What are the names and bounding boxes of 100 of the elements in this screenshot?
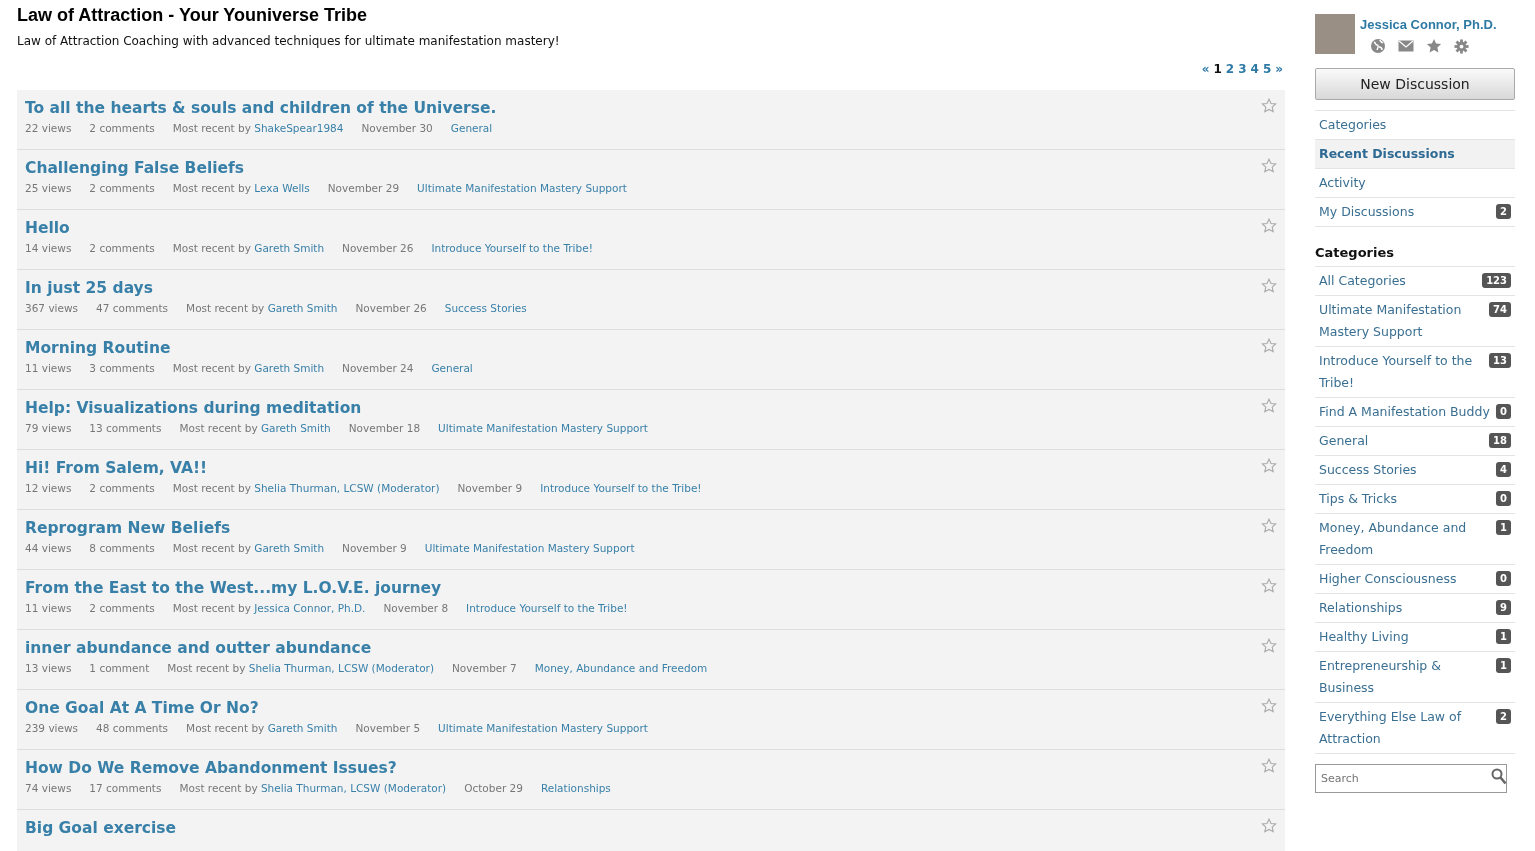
post-date: November 29: [327, 182, 400, 194]
pager-link[interactable]: 1: [1213, 62, 1222, 76]
bookmark-star-icon[interactable]: [1261, 458, 1277, 474]
category-item[interactable]: Tips & Tricks 0: [1315, 485, 1515, 514]
discussion-title[interactable]: From the East to the West...my L.O.V.E. journey: [25, 579, 442, 597]
discussion-title[interactable]: Help: Visualizations during meditation: [25, 399, 362, 417]
views-count: 13 views: [25, 662, 72, 674]
author-link[interactable]: Gareth Smith: [267, 302, 338, 314]
pager-link[interactable]: »: [1275, 62, 1283, 76]
author-link[interactable]: ShakeSpear1984: [254, 122, 344, 134]
category-link[interactable]: Ultimate Manifestation Mastery Support: [438, 722, 648, 734]
categories-heading: Categories: [1315, 245, 1395, 260]
pager-link[interactable]: 4: [1250, 62, 1259, 76]
category-item[interactable]: Relationships 9: [1315, 594, 1515, 623]
author-link[interactable]: Shelia Thurman, LCSW (Moderator): [248, 662, 434, 674]
discussion-title[interactable]: Hello: [25, 219, 70, 237]
bookmark-star-icon[interactable]: [1261, 758, 1277, 774]
category-link[interactable]: Ultimate Manifestation Mastery Support: [438, 422, 648, 434]
category-item[interactable]: Healthy Living 1: [1315, 623, 1515, 652]
category-link[interactable]: Ultimate Manifestation Mastery Support: [417, 182, 627, 194]
comments-count: 8 comments: [89, 542, 155, 554]
category-link[interactable]: Success Stories: [444, 302, 527, 314]
bookmark-star-icon[interactable]: [1261, 98, 1277, 114]
category-item[interactable]: All Categories 123: [1315, 267, 1515, 296]
category-label: Find A Manifestation Buddy: [1319, 403, 1490, 421]
category-label: General: [1319, 432, 1369, 450]
category-link[interactable]: Introduce Yourself to the Tribe!: [466, 602, 628, 614]
category-item[interactable]: General 18: [1315, 427, 1515, 456]
category-item[interactable]: Find A Manifestation Buddy 0: [1315, 398, 1515, 427]
post-date: November 26: [342, 242, 414, 254]
discussion-title[interactable]: In just 25 days: [25, 279, 153, 297]
discussion-title[interactable]: One Goal At A Time Or No?: [25, 699, 259, 717]
nav-item[interactable]: Recent Discussions: [1315, 140, 1515, 169]
category-link[interactable]: General: [431, 362, 473, 374]
pager-link[interactable]: «: [1201, 62, 1210, 76]
user-name-link[interactable]: Jessica Connor, Ph.D.: [1360, 17, 1497, 32]
bookmark-star-icon[interactable]: [1261, 278, 1277, 294]
discussion-title[interactable]: inner abundance and outter abundance: [25, 639, 372, 657]
category-item[interactable]: Entrepreneurship & Business 1: [1315, 652, 1515, 703]
author-link[interactable]: Lexa Wells: [254, 182, 310, 194]
category-link[interactable]: General: [450, 122, 493, 134]
search-icon[interactable]: [1491, 768, 1507, 785]
pager-link[interactable]: 3: [1238, 62, 1247, 76]
category-link[interactable]: Introduce Yourself to the Tribe!: [540, 482, 702, 494]
page-description: Law of Attraction Coaching with advanced techniques for ultimate manifestation mastery!: [17, 34, 561, 48]
author-link[interactable]: Gareth Smith: [254, 242, 325, 254]
views-count: 44 views: [25, 542, 72, 554]
settings-icon[interactable]: [1454, 38, 1469, 54]
category-label: Ultimate Manifestation Mastery Support: [1319, 301, 1463, 341]
bookmark-star-icon[interactable]: [1261, 158, 1277, 174]
post-date: November 9: [342, 542, 407, 554]
bookmark-star-icon[interactable]: [1261, 818, 1277, 834]
author-link[interactable]: Jessica Connor, Ph.D.: [254, 602, 366, 614]
author-link[interactable]: Gareth Smith: [260, 422, 331, 434]
post-date: November 9: [457, 482, 523, 494]
author-link[interactable]: Shelia Thurman, LCSW (Moderator): [254, 482, 440, 494]
discussion-title[interactable]: Reprogram New Beliefs: [25, 519, 231, 537]
discussion-title[interactable]: To all the hearts & souls and children of the Universe.: [25, 99, 497, 117]
bookmark-star-icon[interactable]: [1261, 398, 1277, 414]
category-link[interactable]: Money, Abundance and Freedom: [534, 662, 708, 674]
category-item[interactable]: Introduce Yourself to the Tribe! 13: [1315, 347, 1515, 398]
discussion-title[interactable]: Big Goal exercise: [25, 819, 177, 837]
pager-link[interactable]: 2: [1225, 62, 1235, 76]
pager-link[interactable]: 5: [1262, 62, 1272, 76]
search-field[interactable]: Search: [1315, 764, 1507, 793]
most-recent-label: Most recent by: [186, 302, 265, 314]
category-link[interactable]: Relationships: [540, 782, 611, 794]
bookmark-star-icon[interactable]: [1261, 638, 1277, 654]
count-badge: 0: [1496, 491, 1511, 506]
author-link[interactable]: Shelia Thurman, LCSW (Moderator): [260, 782, 447, 794]
comments-count: 1 comment: [89, 662, 150, 674]
most-recent-label: Most recent by: [186, 722, 265, 734]
category-item[interactable]: Ultimate Manifestation Mastery Support 74: [1315, 296, 1515, 347]
star-icon[interactable]: [1426, 38, 1442, 54]
bookmark-star-icon[interactable]: [1261, 578, 1277, 594]
bookmark-star-icon[interactable]: [1261, 338, 1277, 354]
category-link[interactable]: Ultimate Manifestation Mastery Support: [424, 542, 635, 554]
views-count: 11 views: [25, 362, 72, 374]
bookmark-star-icon[interactable]: [1261, 518, 1277, 534]
new-discussion-button[interactable]: New Discussion: [1315, 68, 1515, 100]
nav-item[interactable]: My Discussions 2: [1315, 198, 1515, 227]
bookmark-star-icon[interactable]: [1261, 218, 1277, 234]
discussion-title[interactable]: How Do We Remove Abandonment Issues?: [25, 759, 397, 777]
category-item[interactable]: Success Stories 4: [1315, 456, 1515, 485]
bookmark-star-icon[interactable]: [1261, 698, 1277, 714]
category-item[interactable]: Higher Consciousness 0: [1315, 565, 1515, 594]
discussion-title[interactable]: Morning Routine: [25, 339, 171, 357]
globe-icon[interactable]: [1370, 38, 1386, 54]
most-recent-label: Most recent by: [172, 362, 251, 374]
author-link[interactable]: Gareth Smith: [254, 362, 325, 374]
author-link[interactable]: Gareth Smith: [254, 542, 325, 554]
mail-icon[interactable]: [1398, 40, 1414, 52]
nav-item[interactable]: Activity: [1315, 169, 1515, 198]
discussion-title[interactable]: Challenging False Beliefs: [25, 159, 244, 177]
category-item[interactable]: Everything Else Law of Attraction 2: [1315, 703, 1515, 754]
count-badge: 18: [1489, 433, 1511, 448]
category-item[interactable]: Money, Abundance and Freedom 1: [1315, 514, 1515, 565]
category-link[interactable]: Introduce Yourself to the Tribe!: [431, 242, 593, 254]
author-link[interactable]: Gareth Smith: [267, 722, 338, 734]
discussion-title[interactable]: Hi! From Salem, VA!!: [25, 459, 208, 477]
